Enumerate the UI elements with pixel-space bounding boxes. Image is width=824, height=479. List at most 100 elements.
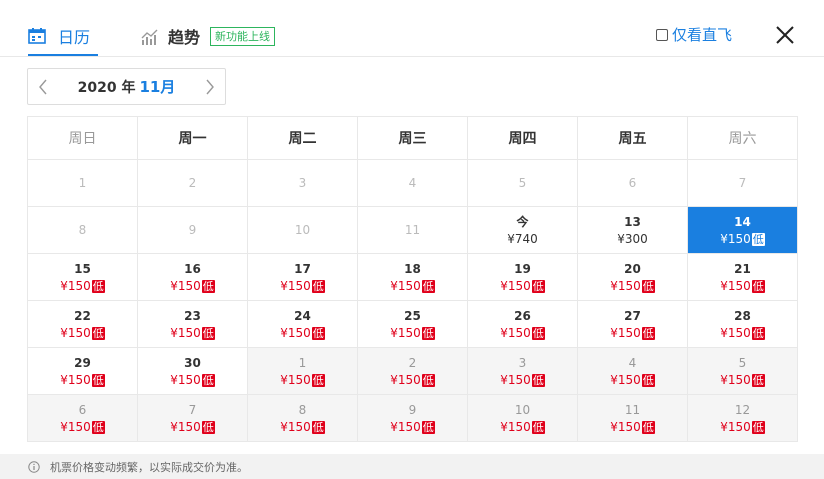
date-cell[interactable]: 21 ¥150 低 — [687, 253, 798, 301]
close-icon[interactable] — [774, 24, 796, 46]
date-cell[interactable]: 22 ¥150 低 — [27, 300, 138, 348]
direct-only-filter[interactable]: 仅看直飞 — [656, 24, 732, 45]
date-cell[interactable]: 19 ¥150 低 — [467, 253, 578, 301]
direct-only-label: 仅看直飞 — [672, 26, 733, 44]
fare-price: ¥150 低 — [578, 278, 687, 294]
tab-calendar[interactable]: 日历 — [28, 24, 90, 48]
tab-trend[interactable]: 趋势 新功能上线 — [140, 24, 276, 48]
date-cell[interactable]: 20 ¥150 低 — [577, 253, 688, 301]
date-cell[interactable]: 16 ¥150 低 — [137, 253, 248, 301]
date-cell[interactable]: 12 ¥150 低 — [687, 394, 798, 442]
date-number: 8 — [78, 223, 87, 237]
date-cell[interactable]: 26 ¥150 低 — [467, 300, 578, 348]
fare-price: ¥150 低 — [688, 325, 797, 341]
calendar-icon — [28, 28, 46, 44]
date-number: 8 — [298, 402, 307, 417]
active-tab-indicator — [28, 54, 98, 56]
date-cell: 1 — [27, 159, 138, 207]
date-cell: 3 — [247, 159, 358, 207]
low-price-badge: 低 — [201, 420, 215, 434]
fare-amount: ¥150 — [720, 325, 751, 340]
date-cell[interactable]: 18 ¥150 低 — [357, 253, 468, 301]
low-price-badge: 低 — [311, 326, 325, 340]
date-cell[interactable]: 1 ¥150 低 — [247, 347, 358, 395]
low-price-badge: 低 — [531, 373, 545, 387]
next-month-button[interactable] — [195, 69, 225, 104]
weekday-header: 周六 — [687, 116, 798, 160]
date-cell[interactable]: 8 ¥150 低 — [247, 394, 358, 442]
date-cell[interactable]: 17 ¥150 低 — [247, 253, 358, 301]
fare-price: ¥150 低 — [138, 325, 247, 341]
date-cell[interactable]: 24 ¥150 低 — [247, 300, 358, 348]
low-price-badge: 低 — [91, 326, 105, 340]
low-price-badge: 低 — [531, 279, 545, 293]
date-number: 30 — [184, 355, 201, 370]
low-price-badge: 低 — [751, 232, 765, 246]
year-label: 2020 年 — [77, 80, 136, 96]
low-price-badge: 低 — [421, 373, 435, 387]
date-number: 23 — [184, 308, 201, 323]
fare-price: ¥150 低 — [358, 325, 467, 341]
low-price-badge: 低 — [641, 326, 655, 340]
fare-amount: ¥150 — [170, 419, 201, 434]
date-cell[interactable]: 5 ¥150 低 — [687, 347, 798, 395]
fare-amount: ¥150 — [60, 325, 91, 340]
date-number: 18 — [404, 261, 421, 276]
date-number: 2 — [188, 176, 197, 190]
date-cell: 9 — [137, 206, 248, 254]
date-cell[interactable]: 今 ¥740 — [467, 206, 578, 254]
fare-amount: ¥150 — [390, 372, 421, 387]
fare-amount: ¥150 — [60, 372, 91, 387]
date-cell[interactable]: 7 ¥150 低 — [137, 394, 248, 442]
date-cell[interactable]: 23 ¥150 低 — [137, 300, 248, 348]
date-number: 12 — [734, 402, 751, 417]
date-cell[interactable]: 29 ¥150 低 — [27, 347, 138, 395]
date-cell[interactable]: 15 ¥150 低 — [27, 253, 138, 301]
date-cell[interactable]: 13 ¥300 — [577, 206, 688, 254]
fare-price: ¥150 低 — [688, 372, 797, 388]
low-price-badge: 低 — [421, 420, 435, 434]
fare-price: ¥150 低 — [28, 278, 137, 294]
fare-amount: ¥150 — [500, 278, 531, 293]
fare-price: ¥150 低 — [468, 372, 577, 388]
date-cell[interactable]: 6 ¥150 低 — [27, 394, 138, 442]
prev-month-button[interactable] — [28, 69, 58, 104]
fare-price: ¥150 低 — [138, 372, 247, 388]
tab-calendar-label: 日历 — [58, 28, 91, 47]
month-label: 11月 — [139, 78, 176, 96]
date-cell[interactable]: 27 ¥150 低 — [577, 300, 688, 348]
date-cell[interactable]: 9 ¥150 低 — [357, 394, 468, 442]
low-price-badge: 低 — [311, 373, 325, 387]
date-cell[interactable]: 4 ¥150 低 — [577, 347, 688, 395]
fare-amount: ¥150 — [500, 419, 531, 434]
date-number: 1 — [298, 355, 307, 370]
date-cell[interactable]: 30 ¥150 低 — [137, 347, 248, 395]
chevron-right-icon — [206, 79, 214, 94]
date-cell[interactable]: 3 ¥150 低 — [467, 347, 578, 395]
date-cell: 11 — [357, 206, 468, 254]
date-number: 15 — [74, 261, 91, 276]
fare-price: ¥740 — [468, 231, 577, 247]
date-number: 7 — [188, 402, 197, 417]
date-cell: 8 — [27, 206, 138, 254]
date-cell[interactable]: 11 ¥150 低 — [577, 394, 688, 442]
fare-amount: ¥150 — [280, 372, 311, 387]
low-price-badge: 低 — [421, 279, 435, 293]
date-number: 24 — [294, 308, 311, 323]
tab-trend-label: 趋势 — [168, 28, 201, 47]
selected-date-cell[interactable]: 14 ¥150 低 — [687, 206, 798, 254]
fare-amount: ¥150 — [720, 231, 751, 246]
date-cell[interactable]: 25 ¥150 低 — [357, 300, 468, 348]
date-cell[interactable]: 28 ¥150 低 — [687, 300, 798, 348]
fare-price: ¥150 低 — [688, 419, 797, 435]
fare-price: ¥150 低 — [688, 231, 797, 247]
date-cell[interactable]: 2 ¥150 低 — [357, 347, 468, 395]
fare-price: ¥300 — [578, 231, 687, 247]
fare-amount: ¥150 — [280, 325, 311, 340]
fare-price: ¥150 低 — [578, 372, 687, 388]
direct-only-checkbox[interactable] — [656, 28, 668, 41]
fare-amount: ¥150 — [280, 278, 311, 293]
weekday-header: 周二 — [247, 116, 358, 160]
date-cell: 5 — [467, 159, 578, 207]
date-cell[interactable]: 10 ¥150 低 — [467, 394, 578, 442]
